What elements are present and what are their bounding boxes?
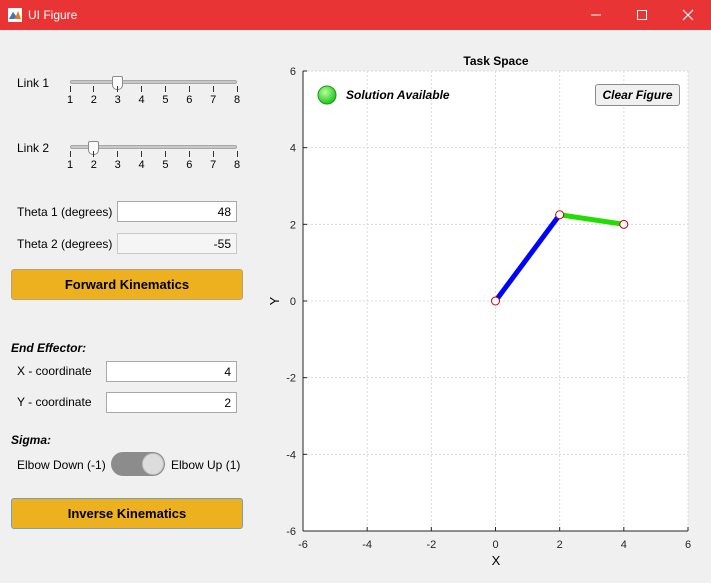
theta1-label: Theta 1 (degrees): [17, 205, 113, 219]
slider-tick: [69, 86, 71, 92]
slider-tick-label: 3: [114, 159, 121, 171]
x-tick-label: 4: [621, 539, 627, 551]
slider-tick: [236, 151, 238, 157]
y-ticks: -6 -4 -2 0 2 4 6: [286, 66, 307, 538]
joint-marker: [555, 210, 565, 220]
elbow-down-label: Elbow Down (-1): [17, 458, 106, 472]
solution-status-text: Solution Available: [346, 88, 450, 102]
link-1-line: [493, 213, 562, 303]
y-tick-label: -6: [286, 526, 296, 538]
theta2-field[interactable]: -55: [117, 233, 237, 254]
x-coordinate-field[interactable]: 4: [106, 361, 237, 382]
slider-tick: [141, 86, 143, 92]
solution-lamp-icon: [317, 85, 337, 105]
slider-tick: [188, 86, 190, 92]
link1-label: Link 1: [17, 76, 50, 90]
slider-tick: [69, 151, 71, 157]
theta2-label: Theta 2 (degrees): [17, 237, 113, 251]
slider-tick-label: 5: [162, 94, 169, 106]
end-effector-heading: End Effector:: [11, 341, 87, 355]
slider-tick-label: 2: [90, 159, 97, 171]
slider-tick-label: 5: [162, 159, 169, 171]
title-bar: UI Figure: [0, 0, 711, 30]
y-tick-label: -4: [286, 449, 296, 461]
slider-tick-label: 7: [210, 94, 217, 106]
y-tick-label: 4: [290, 143, 296, 155]
slider-tick: [141, 151, 143, 157]
slider-tick: [212, 151, 214, 157]
x-tick-label: 6: [685, 539, 691, 551]
link-lines: [493, 212, 625, 303]
close-button[interactable]: [665, 0, 711, 30]
clear-figure-button[interactable]: Clear Figure: [595, 84, 680, 106]
slider-track[interactable]: [70, 80, 237, 84]
slider-tick-label: 3: [114, 94, 121, 106]
joint-markers: [491, 210, 629, 306]
slider-tick-label: 2: [90, 94, 97, 106]
y-coordinate-label: Y - coordinate: [17, 395, 92, 409]
slider-tick-label: 1: [66, 94, 74, 106]
slider-tick-label: 8: [233, 159, 241, 171]
slider-tick-label: 8: [233, 94, 241, 106]
maximize-button[interactable]: [619, 0, 665, 30]
inverse-kinematics-button[interactable]: Inverse Kinematics: [11, 498, 243, 529]
slider-tick-label: 6: [186, 159, 193, 171]
x-axis-label: X: [492, 553, 501, 568]
link-2-line: [559, 212, 625, 227]
slider-tick: [212, 86, 214, 92]
sigma-heading: Sigma:: [11, 433, 52, 447]
y-tick-label: -2: [286, 373, 296, 385]
slider-tick: [188, 151, 190, 157]
close-icon: [682, 9, 694, 21]
slider-tick-label: 4: [138, 94, 145, 106]
link2-label: Link 2: [17, 141, 50, 155]
maximize-icon: [637, 10, 647, 20]
y-tick-label: 2: [290, 219, 296, 231]
plot-title: Task Space: [463, 54, 528, 68]
y-coordinate-field[interactable]: 2: [106, 392, 237, 413]
axes-background: [303, 71, 688, 531]
x-tick-label: 0: [492, 539, 498, 551]
y-axis-label: Y: [267, 296, 282, 305]
slider-tick-label: 1: [66, 159, 74, 171]
slider-tick: [164, 86, 166, 92]
minimize-button[interactable]: [573, 0, 619, 30]
forward-kinematics-button[interactable]: Forward Kinematics: [11, 269, 243, 300]
x-tick-label: -4: [362, 539, 372, 551]
slider-tick-label: 6: [186, 94, 193, 106]
axes-frame: [302, 70, 689, 532]
x-tick-label: -6: [298, 539, 308, 551]
slider-tick: [117, 151, 119, 157]
minimize-icon: [591, 14, 601, 16]
x-coordinate-label: X - coordinate: [17, 364, 92, 378]
slider-tick: [93, 86, 95, 92]
matlab-icon: [8, 8, 22, 22]
slider-tick-label: 4: [138, 159, 145, 171]
window-title: UI Figure: [28, 8, 78, 22]
y-tick-label: 6: [290, 66, 296, 78]
slider-tick: [93, 151, 95, 157]
y-tick-label: 0: [290, 296, 296, 308]
slider-tick: [236, 86, 238, 92]
slider-tick: [117, 86, 119, 92]
x-ticks: -6 -4 -2 0 2 4 6: [298, 527, 691, 551]
slider-tick: [164, 151, 166, 157]
elbow-up-label: Elbow Up (1): [171, 458, 241, 472]
grid-lines: [303, 71, 688, 531]
joint-marker: [491, 296, 500, 306]
switch-knob[interactable]: [142, 453, 164, 475]
joint-marker: [619, 219, 629, 229]
x-tick-label: -2: [426, 539, 436, 551]
theta1-field[interactable]: 48: [117, 201, 237, 222]
sigma-switch[interactable]: [111, 452, 165, 476]
slider-tick-label: 7: [210, 159, 217, 171]
x-tick-label: 2: [557, 539, 563, 551]
